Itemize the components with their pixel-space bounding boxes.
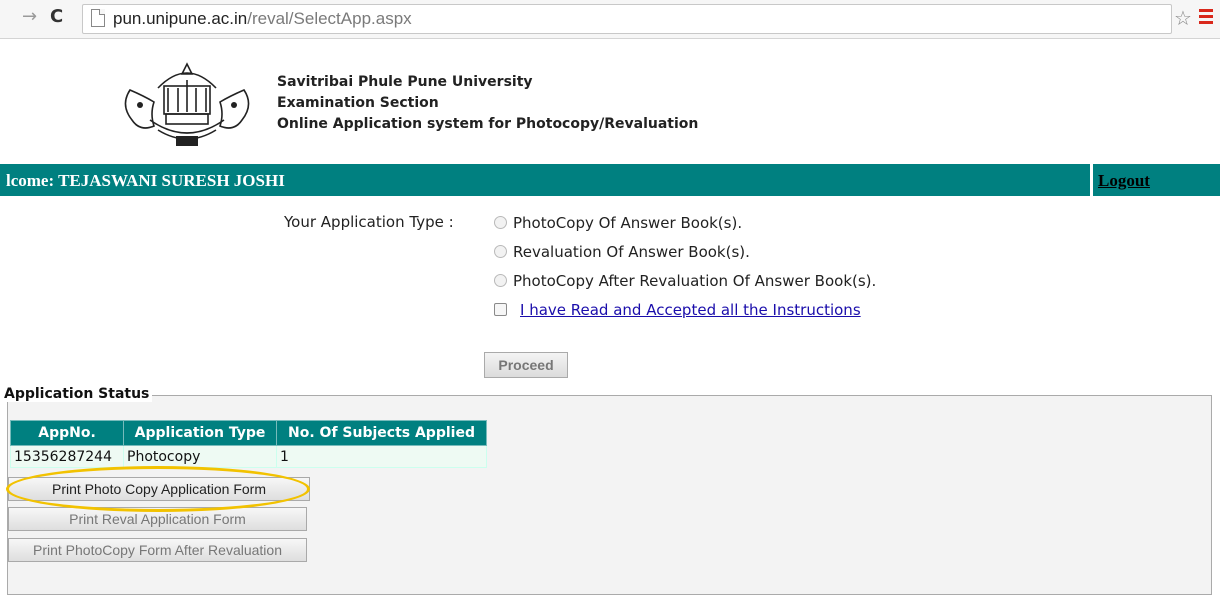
logout-bar: Logout — [1093, 164, 1220, 196]
application-status-legend: Application Status — [4, 386, 153, 402]
radio-label: PhotoCopy Of Answer Book(s). — [513, 214, 743, 232]
print-photocopy-after-reval-button[interactable]: Print PhotoCopy Form After Revaluation — [8, 538, 307, 562]
radio-photocopy[interactable]: PhotoCopy Of Answer Book(s). — [494, 214, 742, 232]
menu-icon[interactable] — [1199, 9, 1213, 27]
welcome-text: lcome: TEJASWANI SURESH JOSHI — [6, 171, 285, 190]
bookmark-star-icon[interactable]: ☆ — [1174, 6, 1192, 30]
radio-button[interactable] — [494, 274, 507, 287]
proceed-button[interactable]: Proceed — [484, 352, 568, 378]
welcome-bar: lcome: TEJASWANI SURESH JOSHI — [0, 164, 1090, 196]
instructions-row: I have Read and Accepted all the Instruc… — [494, 301, 861, 319]
radio-label: PhotoCopy After Revaluation Of Answer Bo… — [513, 272, 877, 290]
logout-link[interactable]: Logout — [1098, 171, 1150, 191]
university-name: Savitribai Phule Pune University — [277, 74, 533, 90]
radio-label: Revaluation Of Answer Book(s). — [513, 243, 750, 261]
print-reval-form-button[interactable]: Print Reval Application Form — [8, 507, 307, 531]
instructions-checkbox[interactable] — [494, 303, 507, 316]
system-title: Online Application system for Photocopy/… — [277, 116, 699, 132]
radio-revaluation[interactable]: Revaluation Of Answer Book(s). — [494, 243, 750, 261]
cell-appno: 15356287244 — [10, 445, 124, 468]
page-icon — [91, 9, 105, 27]
instructions-link[interactable]: I have Read and Accepted all the Instruc… — [520, 301, 861, 319]
page-header: Savitribai Phule Pune University Examina… — [277, 72, 698, 135]
url-text: pun.unipune.ac.in/reval/SelectApp.aspx — [113, 9, 412, 28]
reload-icon[interactable]: C — [50, 6, 63, 27]
radio-button[interactable] — [494, 245, 507, 258]
column-header-appno: AppNo. — [10, 420, 124, 446]
cell-application-type: Photocopy — [123, 445, 277, 468]
address-bar[interactable]: pun.unipune.ac.in/reval/SelectApp.aspx — [82, 4, 1172, 34]
forward-arrow-icon[interactable]: → — [22, 6, 37, 27]
column-header-application-type: Application Type — [123, 420, 277, 446]
cell-subjects: 1 — [276, 445, 487, 468]
radio-button[interactable] — [494, 216, 507, 229]
university-logo — [124, 62, 250, 146]
radio-photocopy-after-revaluation[interactable]: PhotoCopy After Revaluation Of Answer Bo… — [494, 272, 876, 290]
column-header-subjects: No. Of Subjects Applied — [276, 420, 487, 446]
section-name: Examination Section — [277, 95, 439, 111]
application-type-label: Your Application Type : — [284, 213, 454, 231]
table-row: 15356287244 Photocopy 1 — [10, 445, 487, 468]
browser-toolbar: → C pun.unipune.ac.in/reval/SelectApp.as… — [0, 0, 1220, 39]
print-photocopy-form-button[interactable]: Print Photo Copy Application Form — [8, 477, 310, 501]
table-header-row: AppNo. Application Type No. Of Subjects … — [10, 420, 487, 446]
application-status-table: AppNo. Application Type No. Of Subjects … — [10, 420, 487, 468]
